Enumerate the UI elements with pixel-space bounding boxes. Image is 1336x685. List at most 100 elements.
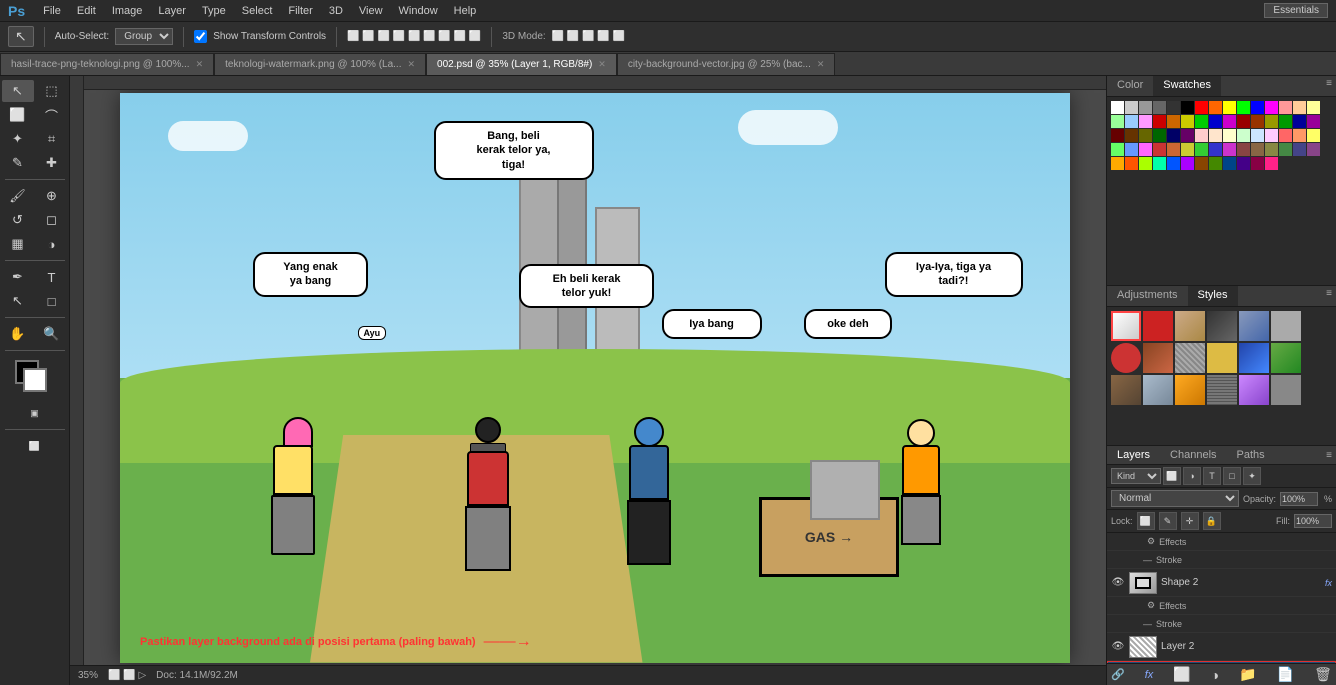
swatch-38[interactable] (1223, 129, 1236, 142)
swatch-12[interactable] (1279, 101, 1292, 114)
swatch-32[interactable] (1139, 129, 1152, 142)
filter-type-btn[interactable]: T (1203, 467, 1221, 485)
tab-2-close[interactable]: ✕ (598, 59, 606, 70)
brush-tool[interactable]: 🖌 (2, 185, 34, 207)
menu-file[interactable]: File (37, 5, 67, 17)
swatches-panel-menu[interactable]: ≡ (1322, 76, 1336, 96)
paths-tab[interactable]: Paths (1227, 446, 1275, 464)
swatch-52[interactable] (1209, 143, 1222, 156)
swatch-8[interactable] (1223, 101, 1236, 114)
swatch-47[interactable] (1139, 143, 1152, 156)
swatch-53[interactable] (1223, 143, 1236, 156)
swatch-5[interactable] (1181, 101, 1194, 114)
swatch-18[interactable] (1153, 115, 1166, 128)
pen-tool[interactable]: ✒ (2, 266, 34, 288)
swatch-70[interactable] (1251, 157, 1264, 170)
history-brush-tool[interactable]: ↺ (2, 209, 34, 231)
menu-type[interactable]: Type (196, 5, 232, 17)
lasso-tool[interactable]: ⌒ (36, 104, 68, 126)
swatch-63[interactable] (1153, 157, 1166, 170)
menu-select[interactable]: Select (236, 5, 279, 17)
swatch-1[interactable] (1125, 101, 1138, 114)
style-item-4[interactable] (1207, 311, 1237, 341)
swatch-30[interactable] (1111, 129, 1124, 142)
swatch-49[interactable] (1167, 143, 1180, 156)
eyedropper-tool[interactable]: ✎ (2, 152, 34, 174)
swatch-15[interactable] (1111, 115, 1124, 128)
style-item-14[interactable] (1143, 375, 1173, 405)
filter-shape-btn[interactable]: □ (1223, 467, 1241, 485)
filter-smart-btn[interactable]: ✦ (1243, 467, 1261, 485)
fill-input[interactable] (1294, 514, 1332, 528)
swatch-14[interactable] (1307, 101, 1320, 114)
swatch-64[interactable] (1167, 157, 1180, 170)
shape-tool[interactable]: □ (36, 290, 68, 312)
style-item-17[interactable] (1239, 375, 1269, 405)
swatch-50[interactable] (1181, 143, 1194, 156)
swatch-17[interactable] (1139, 115, 1152, 128)
swatch-55[interactable] (1251, 143, 1264, 156)
color-swatches[interactable] (15, 360, 55, 396)
swatch-65[interactable] (1181, 157, 1194, 170)
adjustments-tab[interactable]: Adjustments (1107, 286, 1188, 306)
menu-help[interactable]: Help (448, 5, 483, 17)
show-transform-controls-checkbox[interactable] (194, 30, 207, 43)
tab-1-close[interactable]: ✕ (408, 59, 416, 70)
swatch-13[interactable] (1293, 101, 1306, 114)
style-item-11[interactable] (1239, 343, 1269, 373)
crop-tool[interactable]: ⌗ (36, 128, 68, 150)
filter-adj-btn[interactable]: ◑ (1183, 467, 1201, 485)
style-item-10[interactable] (1207, 343, 1237, 373)
swatch-19[interactable] (1167, 115, 1180, 128)
swatch-22[interactable] (1209, 115, 1222, 128)
swatch-37[interactable] (1209, 129, 1222, 142)
lock-position-btn[interactable]: ✛ (1181, 512, 1199, 530)
workspace-selector[interactable]: Essentials (1264, 3, 1328, 18)
marquee-tool[interactable]: ⬜ (2, 104, 34, 126)
style-item-16[interactable] (1207, 375, 1237, 405)
new-layer-btn[interactable]: 📄 (1277, 666, 1294, 683)
swatch-60[interactable] (1111, 157, 1124, 170)
swatch-71[interactable] (1265, 157, 1278, 170)
swatch-59[interactable] (1307, 143, 1320, 156)
tab-0[interactable]: hasil-trace-png-teknologi.png @ 100%... … (0, 53, 214, 75)
new-group-btn[interactable]: 📁 (1239, 666, 1256, 683)
swatch-34[interactable] (1167, 129, 1180, 142)
color-tab[interactable]: Color (1107, 76, 1153, 96)
swatch-20[interactable] (1181, 115, 1194, 128)
hand-tool[interactable]: ✋ (2, 323, 34, 345)
layer-2-eye[interactable]: 👁 (1111, 640, 1125, 654)
swatch-3[interactable] (1153, 101, 1166, 114)
canvas-image[interactable]: GAS → Bang, belikerak telor ya,tiga! Yan… (120, 93, 1070, 663)
layer-shape2-eye[interactable]: 👁 (1111, 576, 1125, 590)
swatch-43[interactable] (1293, 129, 1306, 142)
layers-tab[interactable]: Layers (1107, 446, 1160, 464)
style-item-13[interactable] (1111, 375, 1141, 405)
swatch-39[interactable] (1237, 129, 1250, 142)
style-item-5[interactable] (1239, 311, 1269, 341)
lock-all-btn[interactable]: 🔒 (1203, 512, 1221, 530)
eraser-tool[interactable]: ◻ (36, 209, 68, 231)
style-item-6[interactable] (1271, 311, 1301, 341)
clone-stamp-tool[interactable]: ⊕ (36, 185, 68, 207)
swatch-4[interactable] (1167, 101, 1180, 114)
move-tool[interactable]: ↖ (2, 80, 34, 102)
swatch-62[interactable] (1139, 157, 1152, 170)
zoom-tool[interactable]: 🔍 (36, 323, 68, 345)
path-select-tool[interactable]: ↖ (2, 290, 34, 312)
style-item-18[interactable] (1271, 375, 1301, 405)
new-adj-btn[interactable]: ◑ (1211, 667, 1219, 683)
swatch-54[interactable] (1237, 143, 1250, 156)
layer-shape2-fx[interactable]: fx (1325, 578, 1332, 588)
artboard-tool[interactable]: ⬚ (36, 80, 68, 102)
swatch-26[interactable] (1265, 115, 1278, 128)
layers-kind-select[interactable]: Kind (1111, 468, 1161, 484)
auto-select-dropdown[interactable]: Group Layer (115, 28, 173, 45)
style-item-15[interactable] (1175, 375, 1205, 405)
swatch-27[interactable] (1279, 115, 1292, 128)
swatch-9[interactable] (1237, 101, 1250, 114)
swatch-6[interactable] (1195, 101, 1208, 114)
channels-tab[interactable]: Channels (1160, 446, 1226, 464)
swatch-67[interactable] (1209, 157, 1222, 170)
canvas-wrapper[interactable]: GAS → Bang, belikerak telor ya,tiga! Yan… (84, 90, 1106, 665)
